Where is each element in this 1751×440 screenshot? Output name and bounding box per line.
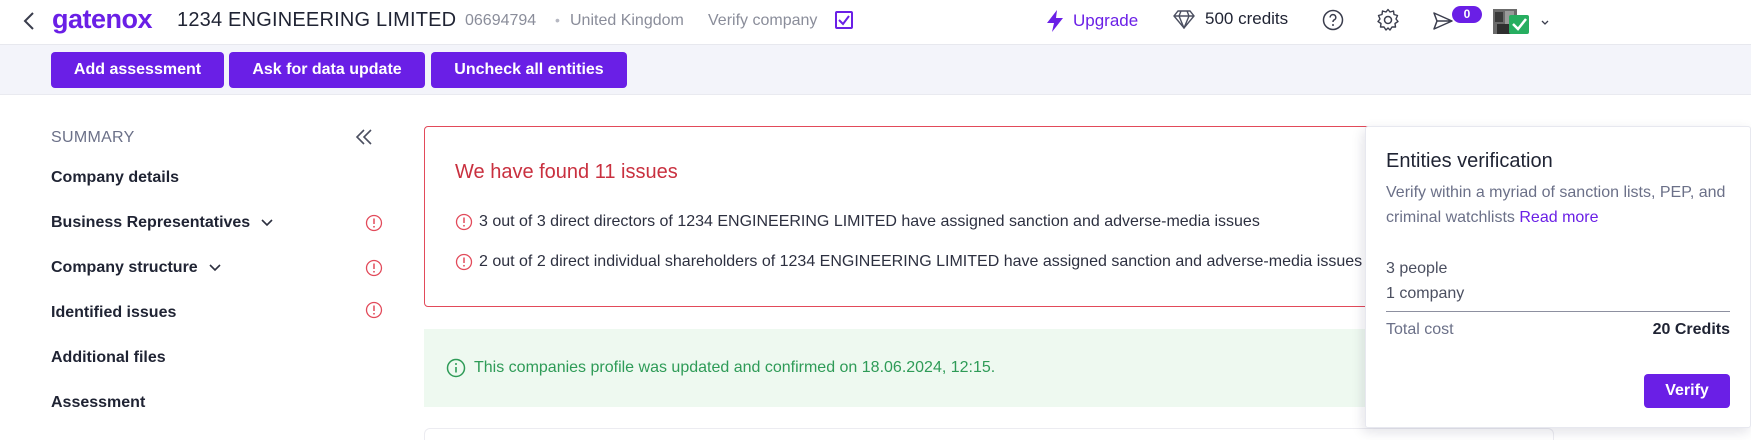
sidebar-item-company-structure[interactable]: Company structure <box>51 259 222 277</box>
verify-company-checkbox[interactable] <box>835 11 853 29</box>
sidebar-item-label: Additional files <box>51 349 166 366</box>
sidebar-item-additional-files[interactable]: Additional files <box>51 349 166 367</box>
company-id: 06694794 <box>465 12 537 29</box>
sidebar-item-label: Business Representatives <box>51 214 251 231</box>
back-icon[interactable] <box>18 8 40 34</box>
gear-icon[interactable] <box>1376 8 1400 37</box>
info-icon <box>446 358 466 378</box>
divider <box>1386 311 1730 312</box>
sidebar-item-assessment[interactable]: Assessment <box>51 394 145 412</box>
chevron-down-icon[interactable] <box>1540 14 1550 32</box>
avatar[interactable] <box>1493 9 1533 34</box>
brand-logo[interactable]: gatenox <box>52 4 153 35</box>
lightning-icon <box>1047 10 1063 32</box>
sidebar-item-identified-issues[interactable]: Identified issues <box>51 304 176 322</box>
add-assessment-button[interactable]: Add assessment <box>51 52 224 88</box>
collapse-sidebar-icon[interactable] <box>353 126 375 153</box>
separator-dot: • <box>555 12 560 28</box>
issue-item: 3 out of 3 direct directors of 1234 ENGI… <box>455 213 1260 231</box>
sidebar-item-company-details[interactable]: Company details <box>51 169 179 187</box>
credits-display[interactable]: 500 credits <box>1173 9 1288 29</box>
popover-title: Entities verification <box>1386 150 1553 172</box>
issue-item: 2 out of 2 direct individual shareholder… <box>455 253 1362 271</box>
company-country: United Kingdom <box>570 12 684 29</box>
action-bar: Add assessment Ask for data update Unche… <box>0 45 1751 95</box>
send-icon[interactable] <box>1432 10 1454 37</box>
content-card <box>424 428 1554 440</box>
popover-description: Verify within a myriad of sanction lists… <box>1386 180 1736 230</box>
verify-company-label: Verify company <box>708 12 818 29</box>
company-name: 1234 ENGINEERING LIMITED <box>177 9 457 31</box>
profile-updated-banner: This companies profile was updated and c… <box>424 329 1424 407</box>
warning-icon <box>455 253 473 271</box>
warning-icon <box>365 259 383 282</box>
notification-badge[interactable]: 0 <box>1452 6 1482 23</box>
issues-title: We have found 11 issues <box>455 161 678 183</box>
sidebar-item-business-representatives[interactable]: Business Representatives <box>51 214 274 232</box>
top-header: gatenox 1234 ENGINEERING LIMITED 0669479… <box>0 0 1751 45</box>
warning-icon <box>365 214 383 237</box>
warning-icon <box>365 301 383 324</box>
sidebar-item-label: Company details <box>51 169 180 186</box>
upgrade-button[interactable]: Upgrade <box>1045 9 1138 33</box>
issue-text: 2 out of 2 direct individual shareholder… <box>479 253 1363 270</box>
upgrade-label: Upgrade <box>1073 11 1139 30</box>
sidebar-title: SUMMARY <box>51 129 135 146</box>
banner-text: This companies profile was updated and c… <box>474 359 996 376</box>
total-cost-value: 20 Credits <box>1652 321 1730 338</box>
read-more-link[interactable]: Read more <box>1519 209 1598 226</box>
warning-icon <box>455 213 473 231</box>
company-count: 1 company <box>1386 285 1465 302</box>
people-count: 3 people <box>1386 260 1448 277</box>
sidebar-item-label: Company structure <box>51 259 198 276</box>
diamond-icon <box>1173 10 1195 29</box>
total-cost-label: Total cost <box>1386 321 1454 338</box>
sidebar-item-label: Identified issues <box>51 304 177 321</box>
verify-button[interactable]: Verify <box>1644 374 1730 408</box>
credits-label: 500 credits <box>1205 9 1289 28</box>
ask-data-update-button[interactable]: Ask for data update <box>229 52 425 88</box>
help-icon[interactable] <box>1322 9 1344 36</box>
issues-card: We have found 11 issues 3 out of 3 direc… <box>424 126 1424 307</box>
uncheck-all-entities-button[interactable]: Uncheck all entities <box>431 52 627 88</box>
chevron-down-icon <box>209 264 221 272</box>
issue-text: 3 out of 3 direct directors of 1234 ENGI… <box>479 213 1260 230</box>
chevron-down-icon <box>261 219 273 227</box>
entities-verification-popover: Entities verification Verify within a my… <box>1365 126 1751 428</box>
sidebar-item-label: Assessment <box>51 394 146 411</box>
